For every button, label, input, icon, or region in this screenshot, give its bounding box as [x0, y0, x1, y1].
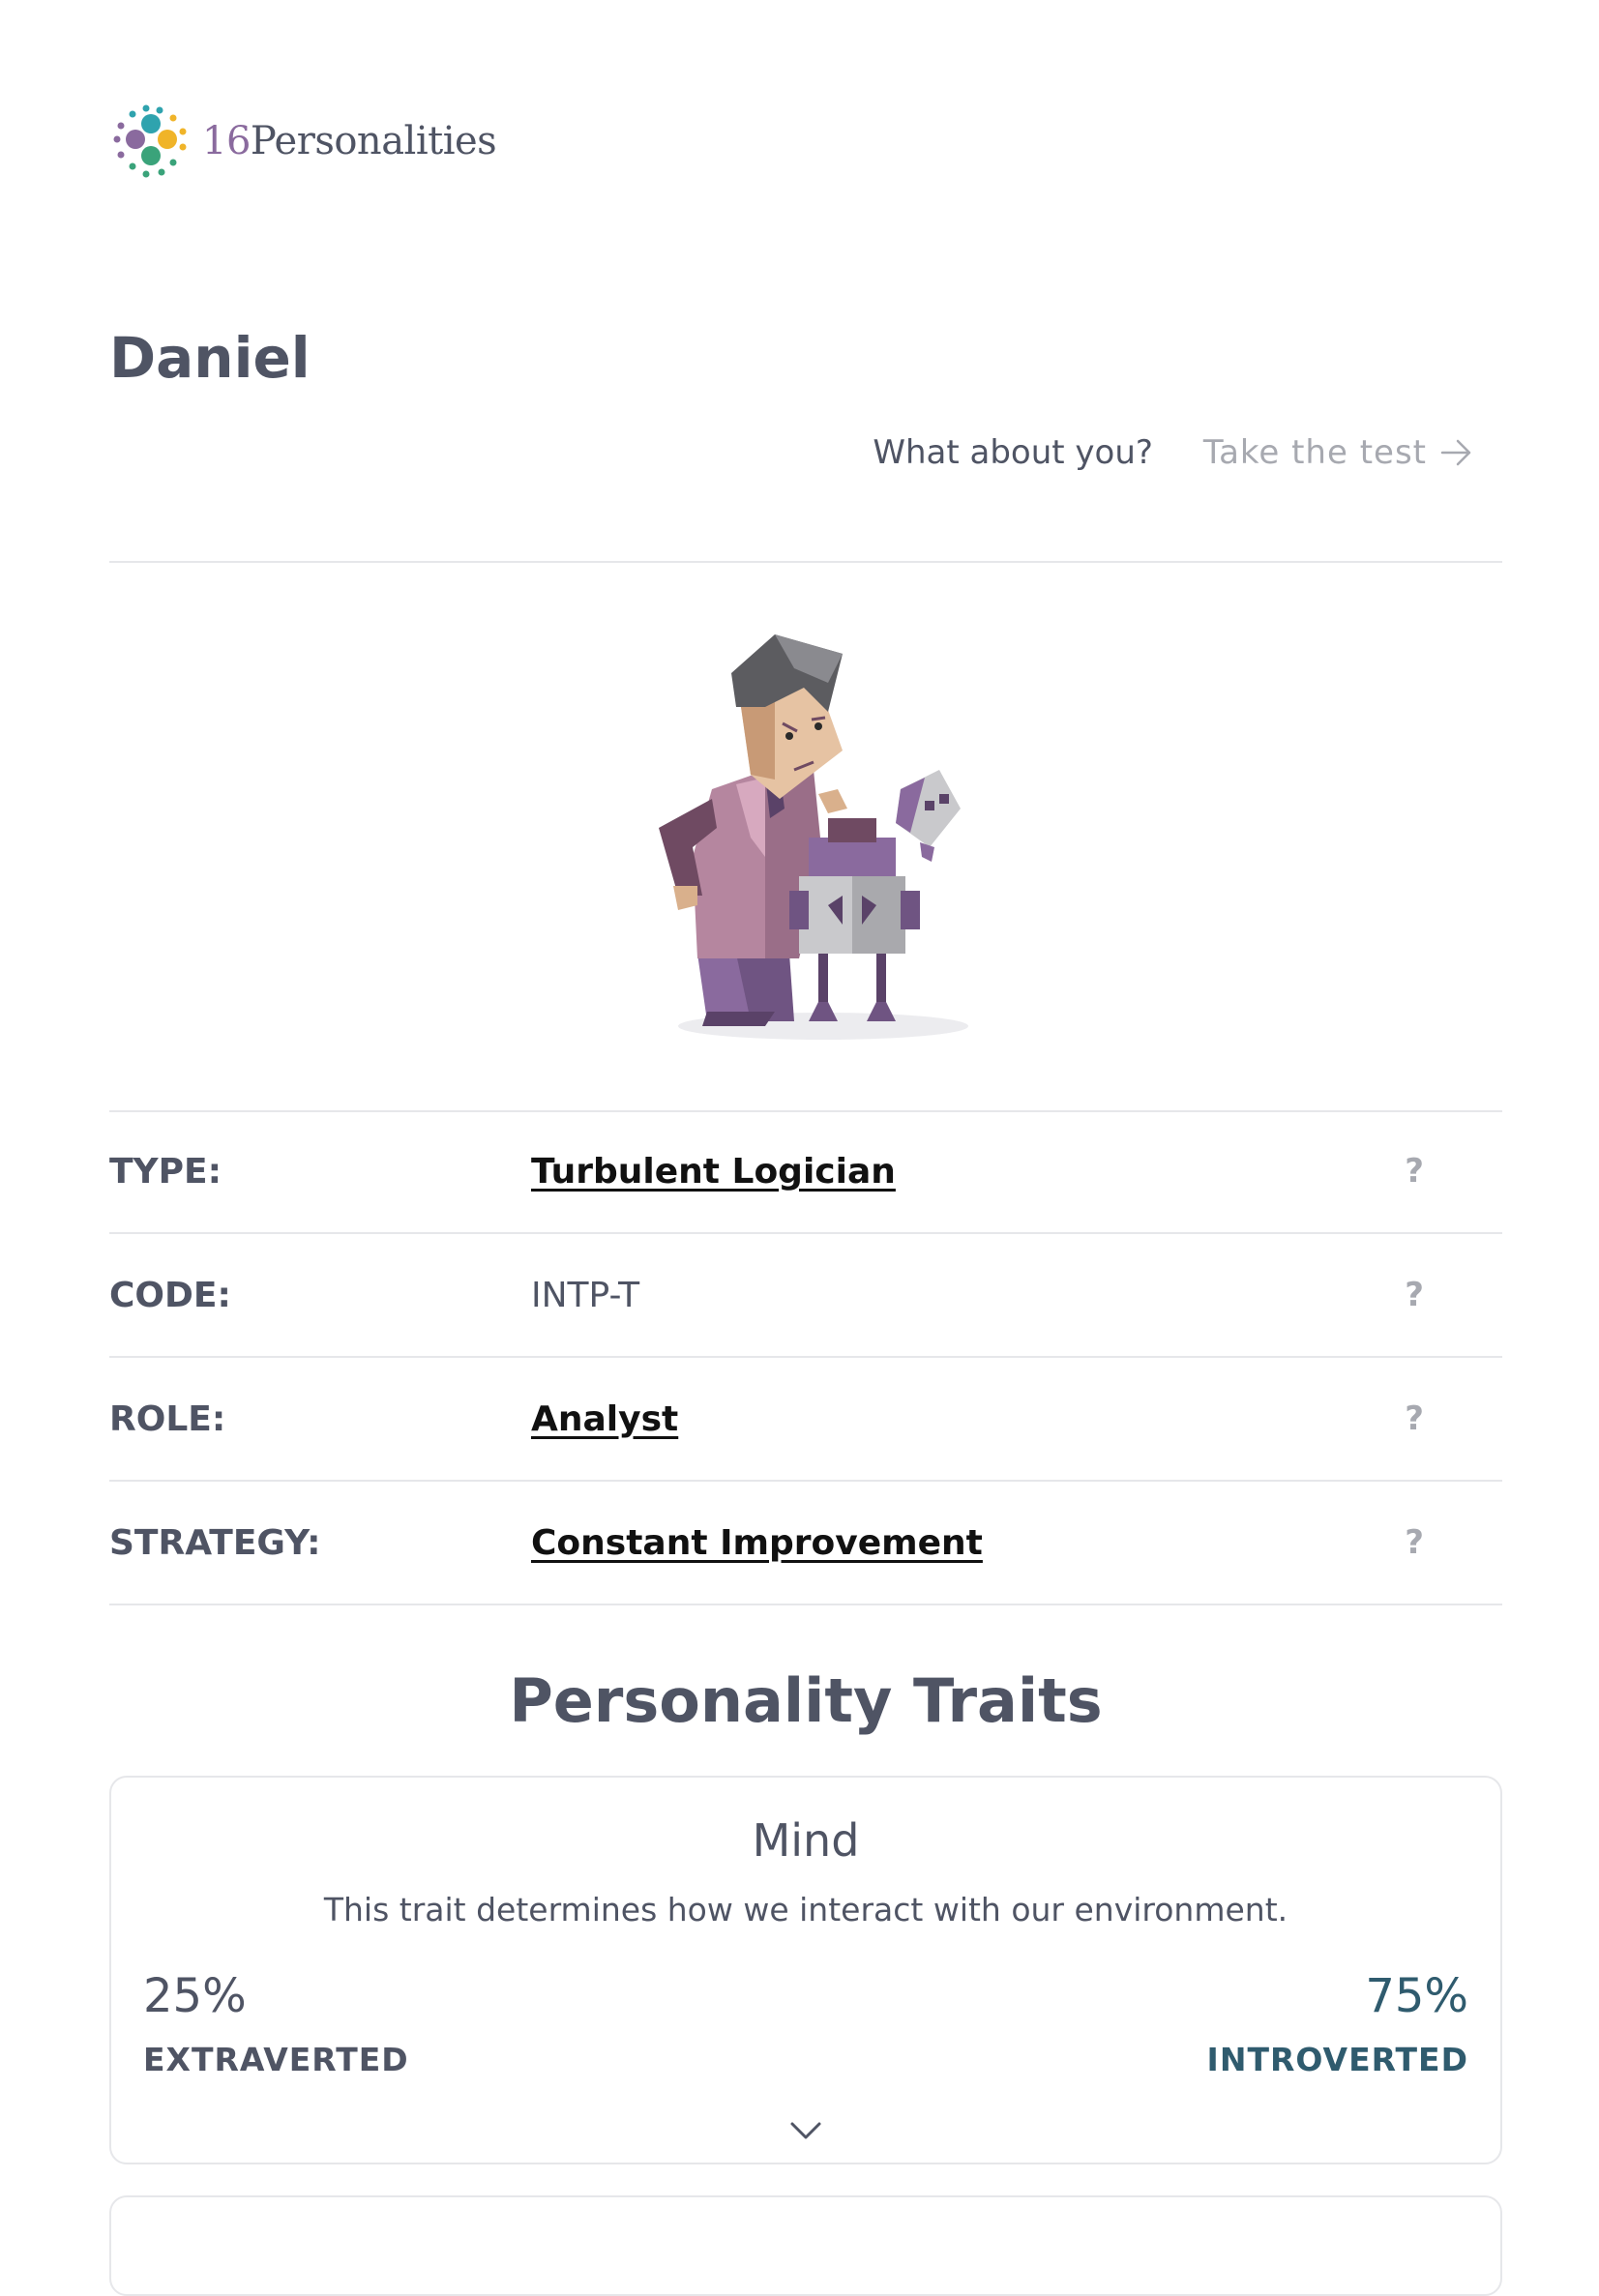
trait-name: Mind — [752, 1814, 860, 1867]
cta-question: What about you? — [873, 433, 1153, 472]
info-row-role: ROLE: Analyst ? — [109, 1358, 1502, 1482]
header-divider — [109, 561, 1502, 563]
strategy-help-icon[interactable]: ? — [1405, 1523, 1424, 1562]
introverted-percent: 75% — [1365, 1969, 1468, 2023]
logician-avatar-illustration — [620, 615, 1026, 1050]
role-help-icon[interactable]: ? — [1405, 1399, 1424, 1438]
trait-description: This trait determines how we interact wi… — [323, 1891, 1288, 1928]
trait-left-side: 25% EXTRAVERTED — [143, 1967, 409, 2078]
code-label: CODE: — [109, 1275, 231, 1315]
role-value-link[interactable]: Analyst — [531, 1399, 1502, 1439]
strategy-value-link[interactable]: Constant Improvement — [531, 1523, 1502, 1563]
take-test-link[interactable]: Take the test — [1203, 433, 1473, 472]
mind-trait-card[interactable]: Mind This trait determines how we intera… — [109, 1776, 1502, 2164]
info-row-type: TYPE: Turbulent Logician ? — [109, 1110, 1502, 1234]
type-help-icon[interactable]: ? — [1405, 1152, 1424, 1191]
dots-cluster-logo-icon — [113, 104, 187, 178]
extraverted-percent: 25% — [143, 1969, 247, 2023]
logo-number: 16 — [202, 119, 251, 163]
type-value-link[interactable]: Turbulent Logician — [531, 1152, 1502, 1192]
chevron-down-icon[interactable] — [786, 2116, 825, 2145]
info-row-strategy: STRATEGY: Constant Improvement ? — [109, 1482, 1502, 1605]
extraverted-label: EXTRAVERTED — [143, 2041, 409, 2078]
logo-wordmark: 16Personalities — [202, 119, 497, 163]
site-logo[interactable]: 16Personalities — [109, 101, 497, 182]
info-row-code: CODE: INTP-T ? — [109, 1234, 1502, 1358]
role-label: ROLE: — [109, 1398, 226, 1439]
introverted-label: INTROVERTED — [1206, 2041, 1468, 2078]
logo-word: Personalities — [250, 119, 497, 163]
take-test-cta: What about you? Take the test — [873, 433, 1473, 472]
table-top-divider — [109, 1110, 1502, 1112]
type-info-table: TYPE: Turbulent Logician ? CODE: INTP-T … — [109, 1110, 1502, 1605]
personality-traits-heading: Personality Traits — [509, 1665, 1103, 1736]
code-value: INTP-T — [531, 1275, 640, 1315]
strategy-label: STRATEGY: — [109, 1522, 321, 1563]
next-trait-card[interactable] — [109, 2195, 1502, 2296]
arrow-right-icon — [1440, 439, 1471, 466]
trait-right-side: 75% INTROVERTED — [1207, 1967, 1468, 2078]
code-help-icon[interactable]: ? — [1405, 1276, 1424, 1314]
type-label: TYPE: — [109, 1151, 222, 1192]
take-test-label: Take the test — [1202, 433, 1427, 472]
profile-name: Daniel — [109, 325, 311, 391]
